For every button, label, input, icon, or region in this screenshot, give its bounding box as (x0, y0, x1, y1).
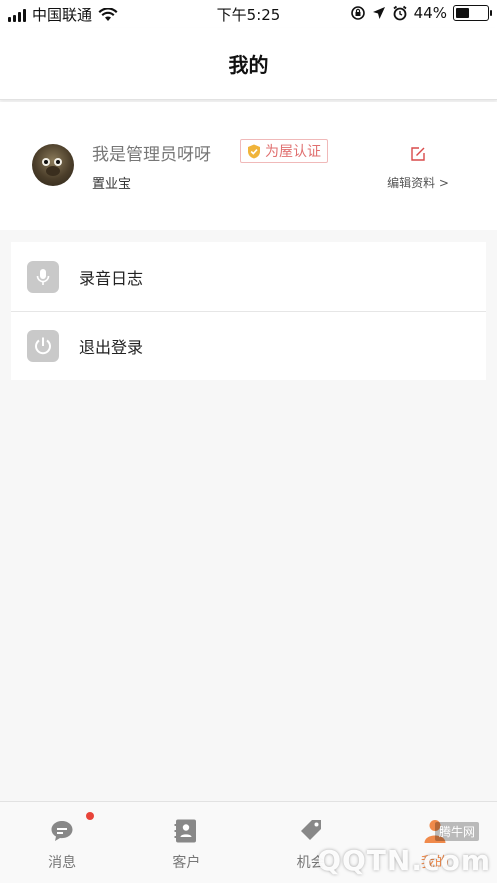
message-badge-dot (86, 812, 94, 820)
power-icon (27, 330, 59, 362)
menu-label-logout: 退出登录 (79, 338, 144, 357)
battery-fill (456, 8, 470, 18)
contacts-icon (174, 819, 197, 843)
tab-bar: 消息 客户 机会 我的 腾牛网 QQTN.com (0, 801, 497, 883)
edit-icon (411, 147, 425, 161)
verify-badge: 为屋认证 (240, 139, 328, 163)
alarm-icon (393, 5, 407, 21)
tab-label-messages: 消息 (48, 855, 77, 871)
menu-list: 录音日志 退出登录 (11, 242, 486, 380)
shield-icon (248, 144, 260, 158)
battery-icon (453, 5, 492, 21)
profile-card: 我是管理员呀呀 为屋认证 置业宝 编辑资料 > (0, 102, 497, 230)
verify-badge-label: 为屋认证 (265, 144, 321, 160)
tab-messages[interactable]: 消息 (0, 802, 124, 883)
menu-item-recording-log[interactable]: 录音日志 (11, 242, 486, 311)
watermark-text: QQTN.com (317, 844, 491, 877)
menu-item-logout[interactable]: 退出登录 (11, 311, 486, 380)
tag-icon (300, 820, 321, 840)
avatar[interactable] (32, 144, 74, 186)
battery-percent: 44% (413, 4, 447, 22)
edit-profile-label: 编辑资料 > (387, 176, 449, 190)
status-right: 44% (350, 4, 492, 22)
user-name: 我是管理员呀呀 (92, 145, 211, 165)
menu-label-recording-log: 录音日志 (79, 268, 144, 288)
edit-profile-button[interactable]: 编辑资料 > (383, 146, 453, 191)
watermark: QQTN.com (317, 844, 491, 877)
watermark-small: 腾牛网 (434, 822, 479, 841)
page-title: 我的 (228, 53, 269, 77)
rotation-lock-icon (350, 6, 365, 20)
nav-header: 我的 (0, 28, 497, 100)
status-bar: 中国联通 下午5:25 44% (0, 0, 497, 28)
microphone-icon (27, 260, 59, 293)
location-icon (372, 7, 385, 19)
tab-label-customers: 客户 (172, 855, 201, 871)
user-role: 置业宝 (92, 177, 132, 192)
tab-customers[interactable]: 客户 (124, 802, 248, 883)
message-icon (51, 821, 73, 841)
